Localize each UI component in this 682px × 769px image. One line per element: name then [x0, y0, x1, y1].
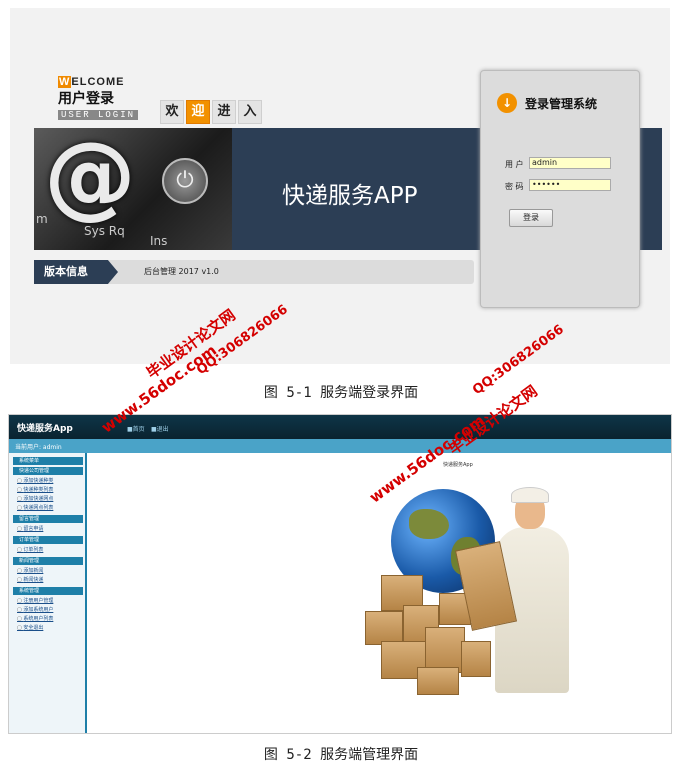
at-sign-icon: @ [44, 128, 136, 229]
parcel-box [417, 667, 459, 695]
app-title: 快递服务App [17, 424, 73, 434]
version-text: 后台管理 2017 v1.0 [144, 267, 219, 276]
login-button[interactable]: 登录 [509, 209, 553, 227]
menu-item[interactable]: 系统用户列表 [17, 615, 53, 623]
version-bar: 版本信息 后台管理 2017 v1.0 [34, 260, 474, 284]
continent [409, 509, 449, 539]
menu-group-news[interactable]: 新闻管理 [13, 557, 83, 565]
welcome-tile: 欢 [160, 100, 184, 124]
menu-item[interactable]: 留言申请 [17, 525, 43, 533]
home-link[interactable]: ■首页 [127, 424, 145, 433]
main-title: 快递服务App [443, 462, 473, 468]
user-login-en: USER LOGIN [58, 110, 139, 120]
key-label: m [36, 212, 48, 226]
menu-group-messages[interactable]: 留言管理 [13, 515, 83, 523]
banner-title: 快递服务APP [282, 183, 418, 209]
key-label: Ins [150, 234, 168, 248]
welcome-tile: 进 [212, 100, 236, 124]
login-panel-title: 登录管理系统 [525, 97, 598, 111]
login-panel: ↓ 登录管理系统 用 户 admin 密 码 •••••• 登录 [480, 70, 640, 308]
welcome-tiles: 欢 迎 进 入 [160, 100, 262, 124]
menu-group-system-menu[interactable]: 系统菜单 [13, 457, 83, 465]
welcome-tile: 入 [238, 100, 262, 124]
login-screenshot: WELCOME 用户登录 USER LOGIN 欢 迎 进 入 @ ⏻ Sys … [10, 8, 670, 364]
parcel-box [365, 611, 403, 645]
menu-item[interactable]: 注册用户管理 [17, 597, 53, 605]
password-field[interactable]: •••••• [529, 179, 611, 191]
user-bar: 当前用户: admin [9, 439, 671, 453]
menu-item[interactable]: 添加快递种类 [17, 477, 53, 485]
menu-group-system[interactable]: 系统管理 [13, 587, 83, 595]
sidebar: 系统菜单 快递公司管理 添加快递种类 快递种类列表 添加快递网点 快递网点列表 … [9, 453, 87, 733]
user-login-cn: 用户登录 [58, 91, 114, 107]
parcel-box [461, 641, 491, 677]
menu-item[interactable]: 添加快递网点 [17, 495, 53, 503]
arrow-down-icon: ↓ [497, 93, 517, 113]
menu-item[interactable]: 添加系统用户 [17, 606, 53, 614]
welcome-tile: 迎 [186, 100, 210, 124]
menu-group-courier-company[interactable]: 快递公司管理 [13, 467, 83, 475]
welcome-logo: WELCOME [58, 76, 124, 88]
menu-item[interactable]: 订单列表 [17, 546, 43, 554]
welcome-rest: ELCOME [71, 76, 125, 88]
welcome-first-letter: W [58, 76, 72, 88]
user-label: 用 户 [505, 160, 524, 169]
menu-item[interactable]: 添加新闻 [17, 567, 43, 575]
current-user-text: 当前用户: admin [15, 444, 62, 451]
menu-item[interactable]: 快递网点列表 [17, 504, 53, 512]
version-label: 版本信息 [34, 260, 118, 284]
menu-group-orders[interactable]: 订单管理 [13, 536, 83, 544]
key-label: Sys Rq [84, 224, 125, 238]
figure-caption-2: 图 5-2 服务端管理界面 [263, 747, 419, 763]
power-icon: ⏻ [162, 158, 208, 204]
menu-item[interactable]: 新闻快递 [17, 576, 43, 584]
courier-cap [511, 487, 549, 503]
admin-screenshot: 快递服务App ■首页 ■退出 当前用户: admin 系统菜单 快递公司管理 … [8, 414, 672, 734]
password-label: 密 码 [505, 182, 524, 191]
keyboard-image: @ ⏻ Sys Rq Ins m [34, 128, 232, 250]
figure-caption-1: 图 5-1 服务端登录界面 [263, 385, 419, 401]
menu-item[interactable]: 安全退出 [17, 624, 43, 632]
menu-item[interactable]: 快递种类列表 [17, 486, 53, 494]
username-field[interactable]: admin [529, 157, 611, 169]
logout-link[interactable]: ■退出 [151, 424, 169, 433]
